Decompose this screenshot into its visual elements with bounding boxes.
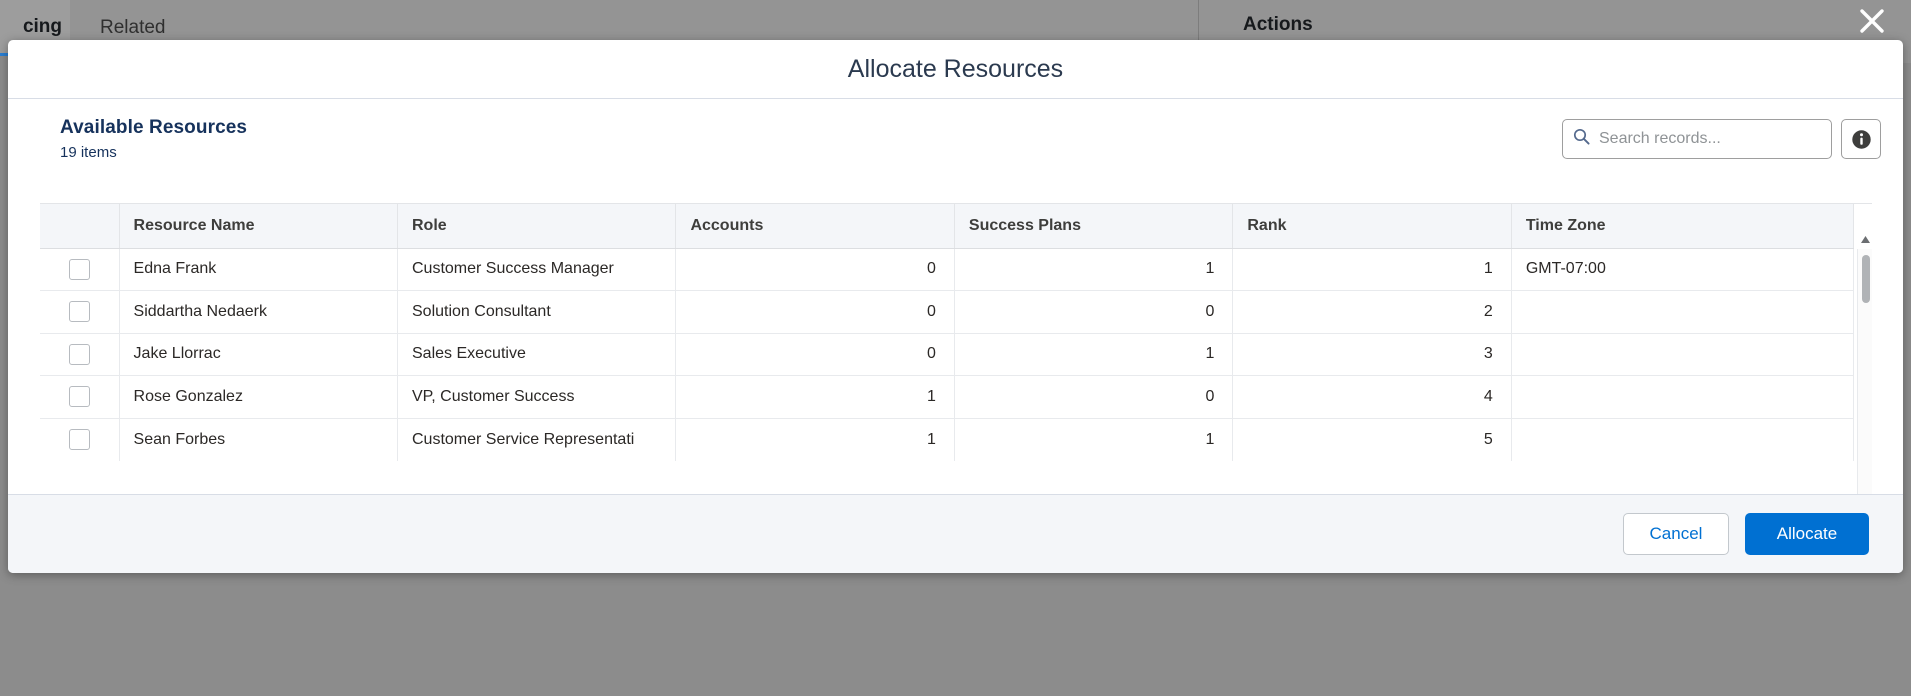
search-icon — [1573, 128, 1590, 150]
row-checkbox-cell[interactable] — [40, 418, 120, 461]
column-header-resource-name[interactable]: Resource Name — [119, 204, 399, 249]
cell-resource-name: Jake Llorrac — [119, 333, 399, 376]
cell-accounts: 0 — [675, 290, 955, 334]
cancel-button[interactable]: Cancel — [1623, 513, 1729, 555]
column-header-role[interactable]: Role — [397, 204, 677, 249]
cell-accounts: 1 — [675, 418, 955, 461]
scroll-up-icon[interactable] — [1858, 231, 1872, 247]
column-header-accounts[interactable]: Accounts — [675, 204, 955, 249]
table-row[interactable]: Edna Frank Customer Success Manager 0 1 … — [40, 248, 1855, 291]
cell-role: VP, Customer Success — [397, 375, 677, 419]
row-checkbox[interactable] — [68, 301, 90, 323]
cell-role: Customer Success Manager — [397, 248, 677, 291]
cell-accounts: 0 — [675, 333, 955, 376]
actions-panel-title: Actions — [1243, 14, 1313, 35]
table-row[interactable]: Siddartha Nedaerk Solution Consultant 0 … — [40, 290, 1855, 334]
cell-rank: 4 — [1232, 375, 1512, 419]
cell-time-zone — [1511, 290, 1855, 334]
tab-related-label: Related — [100, 17, 166, 38]
list-heading-wrap: Available Resources 19 items — [60, 117, 247, 161]
column-header-rank[interactable]: Rank — [1232, 204, 1512, 249]
cell-role: Sales Executive — [397, 333, 677, 376]
tab-financing-label: cing — [22, 15, 62, 37]
column-header-success-plans[interactable]: Success Plans — [954, 204, 1234, 249]
cell-time-zone: GMT-07:00 — [1511, 248, 1855, 291]
modal-header: Allocate Resources — [8, 40, 1903, 99]
table-row[interactable]: Sean Forbes Customer Service Representat… — [40, 418, 1855, 461]
row-checkbox-cell[interactable] — [40, 375, 120, 419]
row-checkbox[interactable] — [68, 343, 90, 365]
cell-success-plans: 1 — [954, 418, 1234, 461]
cell-resource-name: Sean Forbes — [119, 418, 399, 461]
cell-time-zone — [1511, 418, 1855, 461]
cell-rank: 1 — [1232, 248, 1512, 291]
cell-resource-name: Siddartha Nedaerk — [119, 290, 399, 334]
cell-resource-name: Rose Gonzalez — [119, 375, 399, 419]
cell-success-plans: 1 — [954, 333, 1234, 376]
cell-success-plans: 1 — [954, 248, 1234, 291]
list-header: Available Resources 19 items — [8, 99, 1903, 177]
allocate-resources-modal: Allocate Resources Available Resources 1… — [8, 40, 1903, 573]
cell-accounts: 0 — [675, 248, 955, 291]
column-header-select[interactable] — [40, 204, 120, 249]
cell-role: Solution Consultant — [397, 290, 677, 334]
row-checkbox-cell[interactable] — [40, 290, 120, 334]
row-checkbox[interactable] — [68, 386, 90, 408]
row-checkbox-cell[interactable] — [40, 333, 120, 376]
search-box[interactable] — [1562, 119, 1832, 159]
cell-success-plans: 0 — [954, 375, 1234, 419]
column-header-time-zone[interactable]: Time Zone — [1511, 204, 1855, 249]
cell-rank: 3 — [1232, 333, 1512, 376]
cell-rank: 2 — [1232, 290, 1512, 334]
table-row[interactable]: Rose Gonzalez VP, Customer Success 1 0 4 — [40, 375, 1855, 419]
cell-rank: 5 — [1232, 418, 1512, 461]
list-tools — [1562, 119, 1881, 159]
allocate-button[interactable]: Allocate — [1745, 513, 1869, 555]
list-title: Available Resources — [60, 117, 248, 138]
row-checkbox-cell[interactable] — [40, 248, 120, 291]
modal-body: Available Resources 19 items Search reco… — [8, 99, 1903, 495]
cell-resource-name: Edna Frank — [119, 248, 399, 291]
table-header-row: Resource Name Role Accounts Success Plan… — [40, 204, 1855, 249]
info-icon[interactable] — [1841, 119, 1881, 159]
page-title: Allocate Resources — [847, 54, 1064, 83]
row-checkbox[interactable] — [68, 429, 90, 450]
close-icon[interactable] — [1851, 0, 1893, 42]
resources-table-wrap: Resource Name Role Accounts Success Plan… — [40, 203, 1872, 494]
cell-time-zone — [1511, 375, 1855, 419]
cell-role: Customer Service Representati — [397, 418, 677, 461]
resources-table: Resource Name Role Accounts Success Plan… — [40, 204, 1855, 461]
table-scrollbar[interactable] — [1857, 235, 1872, 494]
cell-accounts: 1 — [675, 375, 955, 419]
cell-time-zone — [1511, 333, 1855, 376]
modal-footer: Cancel Allocate — [8, 495, 1903, 573]
table-row[interactable]: Jake Llorrac Sales Executive 0 1 3 — [40, 333, 1855, 376]
cell-success-plans: 0 — [954, 290, 1234, 334]
table-scrollbar-thumb[interactable] — [1862, 255, 1870, 303]
item-count: 19 items — [60, 144, 117, 161]
search-input[interactable] — [1599, 130, 1821, 148]
row-checkbox[interactable] — [68, 258, 90, 280]
